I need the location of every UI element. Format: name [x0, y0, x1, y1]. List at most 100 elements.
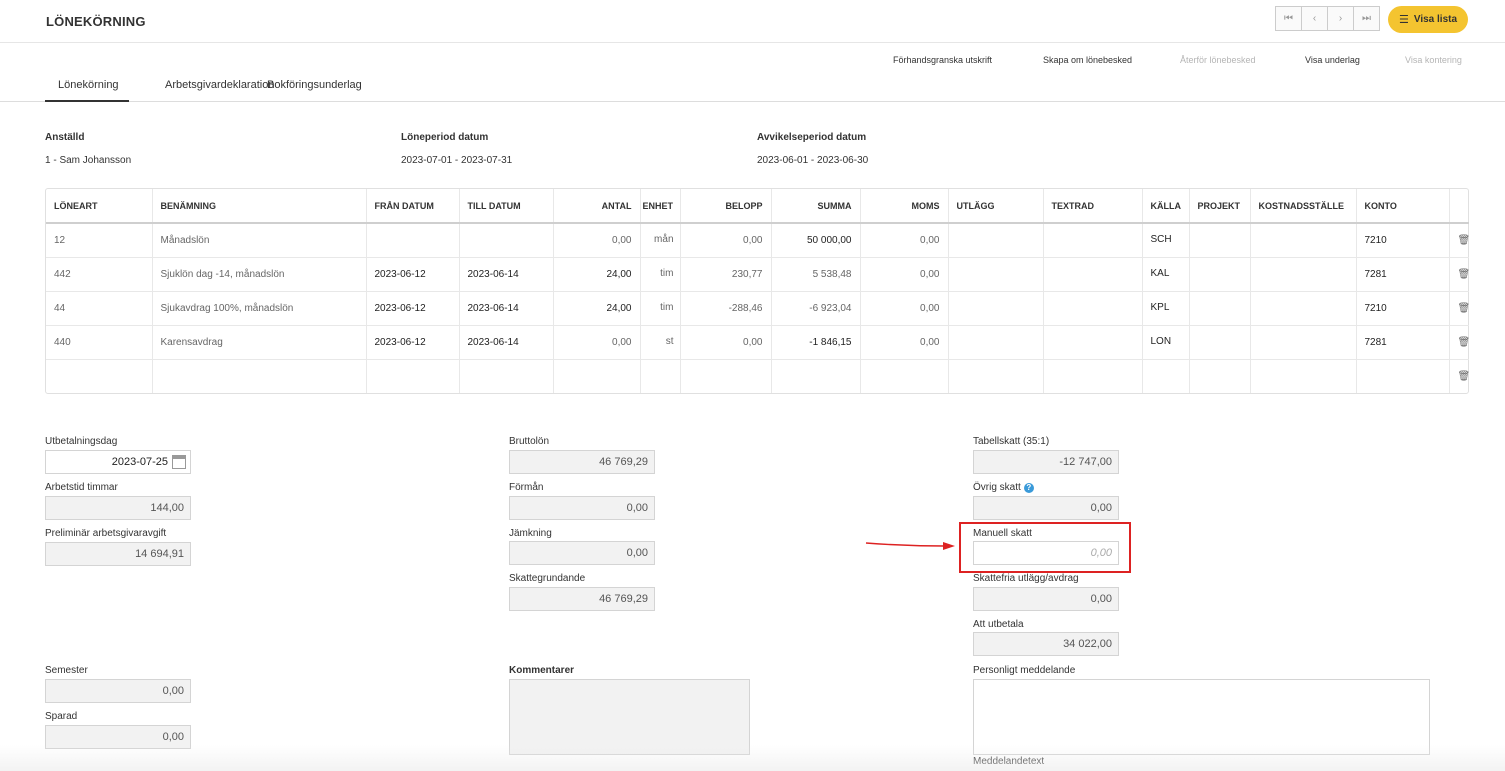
cell-utlagg[interactable]: [948, 291, 1044, 326]
recreate-payslip-link[interactable]: Skapa om lönebesked: [1043, 55, 1132, 65]
column-header[interactable]: BENÄMNING: [152, 189, 367, 224]
cell-till-datum[interactable]: 2023-06-14: [459, 291, 554, 326]
last-record-button[interactable]: ⏭: [1353, 6, 1380, 31]
cell-benamning[interactable]: Månadslön: [152, 223, 367, 258]
column-header[interactable]: FRÅN DATUM: [366, 189, 460, 224]
cell-enhet[interactable]: st: [640, 325, 681, 360]
tabellskatt-input[interactable]: -12 747,00: [973, 450, 1119, 474]
cell-konto[interactable]: 7210: [1356, 291, 1450, 326]
column-header[interactable]: TEXTRAD: [1043, 189, 1143, 224]
cell-belopp[interactable]: [680, 359, 772, 393]
column-header[interactable]: PROJEKT: [1189, 189, 1251, 224]
column-header[interactable]: BELOPP: [680, 189, 772, 224]
cell-utlagg[interactable]: [948, 223, 1044, 258]
forman-input[interactable]: 0,00: [509, 496, 655, 520]
cell-antal[interactable]: [553, 359, 641, 393]
cell-textrad[interactable]: [1043, 223, 1143, 258]
kommentarer-textarea[interactable]: [509, 679, 750, 755]
cell-moms[interactable]: 0,00: [860, 257, 949, 292]
cell-utlagg[interactable]: [948, 257, 1044, 292]
first-record-button[interactable]: ⏮: [1275, 6, 1302, 31]
show-list-button[interactable]: ☰ Visa lista: [1388, 6, 1468, 33]
arbetsgivaravgift-input[interactable]: 14 694,91: [45, 542, 191, 566]
cell-summa[interactable]: 50 000,00: [771, 223, 861, 258]
cell-summa[interactable]: 5 538,48: [771, 257, 861, 292]
column-header[interactable]: KONTO: [1356, 189, 1450, 224]
cell-fran-datum[interactable]: [366, 359, 460, 393]
column-header[interactable]: SUMMA: [771, 189, 861, 224]
delete-row-button[interactable]: 🗑: [1449, 325, 1469, 360]
cell-till-datum[interactable]: [459, 359, 554, 393]
cell-benamning[interactable]: [152, 359, 367, 393]
cell-loneart[interactable]: [46, 359, 153, 393]
cell-kalla[interactable]: KAL: [1142, 257, 1190, 292]
previous-record-button[interactable]: ‹: [1301, 6, 1328, 31]
skattegrundande-input[interactable]: 46 769,29: [509, 587, 655, 611]
delete-row-button[interactable]: 🗑: [1449, 223, 1469, 258]
cell-antal[interactable]: 24,00: [553, 291, 641, 326]
cell-kostnadsstalle[interactable]: [1250, 359, 1357, 393]
column-header[interactable]: KOSTNADSSTÄLLE: [1250, 189, 1357, 224]
table-row[interactable]: 440 Karensavdrag 2023-06-12 2023-06-14 0…: [46, 325, 1469, 360]
delete-row-button[interactable]: 🗑: [1449, 291, 1469, 326]
cell-enhet[interactable]: tim: [640, 291, 681, 326]
cell-summa[interactable]: [771, 359, 861, 393]
cell-till-datum[interactable]: [459, 223, 554, 258]
column-header[interactable]: LÖNEART: [46, 189, 153, 224]
cell-loneart[interactable]: 12: [46, 223, 153, 258]
cell-projekt[interactable]: [1189, 359, 1251, 393]
cell-moms[interactable]: [860, 359, 949, 393]
cell-konto[interactable]: 7281: [1356, 325, 1450, 360]
table-row[interactable]: 12 Månadslön 0,00 mån 0,00 50 000,00 0,0…: [46, 223, 1469, 258]
help-icon[interactable]: ?: [1023, 483, 1034, 493]
cell-fran-datum[interactable]: [366, 223, 460, 258]
cell-konto[interactable]: 7281: [1356, 257, 1450, 292]
cell-moms[interactable]: 0,00: [860, 325, 949, 360]
cell-utlagg[interactable]: [948, 325, 1044, 360]
cell-kostnadsstalle[interactable]: [1250, 257, 1357, 292]
cell-benamning[interactable]: Karensavdrag: [152, 325, 367, 360]
cell-belopp[interactable]: 0,00: [680, 325, 772, 360]
ovrig-skatt-input[interactable]: 0,00: [973, 496, 1119, 520]
next-record-button[interactable]: ›: [1327, 6, 1354, 31]
cell-moms[interactable]: 0,00: [860, 223, 949, 258]
cell-till-datum[interactable]: 2023-06-14: [459, 257, 554, 292]
revert-payslip-link[interactable]: Återför lönebesked: [1180, 55, 1256, 65]
cell-projekt[interactable]: [1189, 291, 1251, 326]
column-header[interactable]: TILL DATUM: [459, 189, 554, 224]
show-posting-link[interactable]: Visa kontering: [1405, 55, 1462, 65]
cell-textrad[interactable]: [1043, 325, 1143, 360]
cell-fran-datum[interactable]: 2023-06-12: [366, 325, 460, 360]
cell-projekt[interactable]: [1189, 325, 1251, 360]
cell-konto[interactable]: 7210: [1356, 223, 1450, 258]
cell-textrad[interactable]: [1043, 291, 1143, 326]
table-row[interactable]: 44 Sjukavdrag 100%, månadslön 2023-06-12…: [46, 291, 1469, 326]
att-utbetala-input[interactable]: 34 022,00: [973, 632, 1119, 656]
cell-belopp[interactable]: 0,00: [680, 223, 772, 258]
cell-antal[interactable]: 24,00: [553, 257, 641, 292]
tab-lonekorning[interactable]: Lönekörning: [45, 79, 129, 102]
cell-konto[interactable]: [1356, 359, 1450, 393]
table-row-new[interactable]: 🗑: [46, 359, 1469, 393]
jamkning-input[interactable]: 0,00: [509, 541, 655, 565]
cell-belopp[interactable]: 230,77: [680, 257, 772, 292]
delete-row-button[interactable]: 🗑: [1449, 359, 1470, 393]
sparad-input[interactable]: 0,00: [45, 725, 191, 749]
skattefria-input[interactable]: 0,00: [973, 587, 1119, 611]
column-header[interactable]: ANTAL: [553, 189, 641, 224]
cell-projekt[interactable]: [1189, 223, 1251, 258]
cell-antal[interactable]: 0,00: [553, 223, 641, 258]
cell-loneart[interactable]: 440: [46, 325, 153, 360]
column-header[interactable]: ENHET: [640, 189, 681, 224]
cell-kostnadsstalle[interactable]: [1250, 325, 1357, 360]
cell-utlagg[interactable]: [948, 359, 1044, 393]
cell-textrad[interactable]: [1043, 359, 1143, 393]
cell-fran-datum[interactable]: 2023-06-12: [366, 257, 460, 292]
cell-summa[interactable]: -6 923,04: [771, 291, 861, 326]
column-header[interactable]: UTLÄGG: [948, 189, 1044, 224]
cell-enhet[interactable]: tim: [640, 257, 681, 292]
column-header[interactable]: KÄLLA: [1142, 189, 1190, 224]
cell-kostnadsstalle[interactable]: [1250, 223, 1357, 258]
cell-belopp[interactable]: -288,46: [680, 291, 772, 326]
cell-till-datum[interactable]: 2023-06-14: [459, 325, 554, 360]
